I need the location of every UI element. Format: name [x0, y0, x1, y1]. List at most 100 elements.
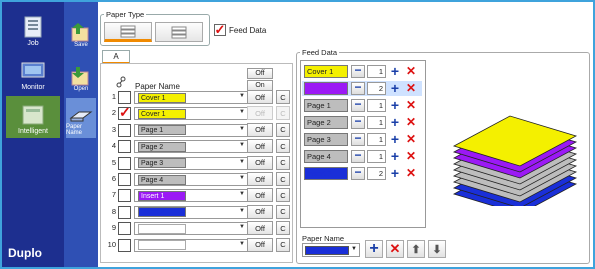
increment-button[interactable]: + [388, 64, 402, 78]
paper-name-select[interactable]: ▼ [302, 243, 360, 257]
close-icon: ✕ [389, 241, 401, 256]
row-checkbox[interactable] [118, 156, 131, 170]
decrement-button[interactable]: − [351, 81, 365, 95]
arrow-down-icon: ⬇ [432, 243, 442, 256]
paper-type-option-1[interactable] [104, 22, 152, 42]
increment-button[interactable]: + [388, 98, 402, 112]
add-feed-button[interactable]: + [365, 240, 383, 258]
increment-button[interactable]: + [388, 149, 402, 163]
paper-name-dropdown[interactable]: ▼ [134, 222, 248, 236]
off-button[interactable]: Off [247, 139, 273, 154]
paper-type-option-2[interactable] [155, 22, 203, 42]
c-button[interactable]: C [276, 139, 290, 154]
main-sidebar: Job Monitor Intelligent Duplo [2, 2, 64, 267]
delete-row-button[interactable]: ✕ [404, 167, 418, 180]
off-button[interactable]: Off [247, 155, 273, 170]
c-button[interactable]: C [276, 188, 290, 203]
increment-button[interactable]: + [388, 166, 402, 180]
decrement-button[interactable]: − [351, 166, 365, 180]
paper-name-dropdown[interactable]: Cover 1 ▼ [134, 107, 248, 121]
row-checkbox[interactable] [118, 91, 131, 104]
open-button[interactable]: Open [66, 54, 96, 94]
c-button[interactable]: C [276, 155, 290, 170]
off-button[interactable]: Off [247, 122, 273, 137]
row-checkbox[interactable] [118, 123, 131, 137]
feed-row[interactable]: Page 2−1 + ✕ [302, 115, 422, 130]
row-checkbox[interactable] [118, 222, 131, 236]
feed-row[interactable]: Page 4−1 + ✕ [302, 149, 422, 164]
off-button[interactable]: Off [247, 204, 273, 219]
paper-name-dropdown[interactable]: Page 4 ▼ [134, 173, 248, 186]
row-checkbox[interactable] [118, 140, 131, 154]
paper-name-picker-label: Paper Name [302, 234, 345, 243]
paper-name-dropdown[interactable]: Insert 2 ▼ [134, 205, 248, 219]
feed-count[interactable]: 2 [367, 167, 386, 180]
paper-name-dropdown[interactable]: ▼ [134, 238, 248, 252]
sidebar-item-job[interactable]: Job [6, 8, 60, 50]
move-up-button[interactable]: ⬆ [407, 240, 425, 258]
sidebar-item-intelligent[interactable]: Intelligent [6, 96, 60, 138]
c-button[interactable]: C [276, 221, 290, 236]
stack-type-1-icon [120, 25, 136, 38]
c-button[interactable]: C [276, 122, 290, 137]
paper-swatch: Page 1 [138, 125, 186, 136]
delete-row-button[interactable]: ✕ [404, 150, 418, 163]
feed-count[interactable]: 1 [367, 116, 386, 129]
delete-feed-button[interactable]: ✕ [386, 240, 404, 258]
delete-row-button[interactable]: ✕ [404, 65, 418, 78]
row-checkbox[interactable] [118, 189, 131, 203]
feed-data-toggle[interactable]: ✓ Feed Data [214, 23, 266, 36]
feed-count[interactable]: 2 [367, 82, 386, 95]
off-button[interactable]: Off [247, 188, 273, 203]
all-off-button[interactable]: Off [247, 68, 273, 79]
paper-name-dropdown[interactable]: Page 2 ▼ [134, 140, 248, 154]
decrement-button[interactable]: − [351, 132, 365, 146]
c-button[interactable]: C [276, 204, 290, 219]
feed-row[interactable]: Page 3−1 + ✕ [302, 132, 422, 147]
feed-row[interactable]: Insert 1−2 + ✕ [302, 81, 422, 96]
c-button[interactable]: C [276, 237, 290, 252]
paper-name-dropdown[interactable]: Page 3 ▼ [134, 156, 248, 170]
chevron-down-icon: ▼ [239, 142, 245, 149]
off-button[interactable]: Off [247, 90, 273, 104]
sidebar-item-monitor[interactable]: Monitor [6, 52, 60, 94]
delete-row-button[interactable]: ✕ [404, 133, 418, 146]
move-down-button[interactable]: ⬇ [428, 240, 446, 258]
off-button[interactable]: Off [247, 172, 273, 186]
row-checkbox[interactable] [118, 238, 131, 252]
delete-row-button[interactable]: ✕ [404, 116, 418, 129]
row-checkbox[interactable] [118, 173, 131, 186]
feed-count[interactable]: 1 [367, 99, 386, 112]
off-button[interactable]: Off [247, 221, 273, 236]
increment-button[interactable]: + [388, 115, 402, 129]
feed-count[interactable]: 1 [367, 150, 386, 163]
paper-name-dropdown[interactable]: Insert 1 ▼ [134, 189, 248, 203]
decrement-button[interactable]: − [351, 115, 365, 129]
off-button[interactable]: Off [247, 106, 273, 121]
decrement-button[interactable]: − [351, 64, 365, 78]
row-number: 8 [111, 206, 116, 216]
delete-row-button[interactable]: ✕ [404, 99, 418, 112]
paper-name-dropdown[interactable]: Page 1 ▼ [134, 123, 248, 137]
feed-data-checkbox[interactable]: ✓ [214, 23, 226, 36]
paper-name-dropdown[interactable]: Cover 1 ▼ [134, 91, 248, 104]
off-button[interactable]: Off [247, 237, 273, 252]
feed-row[interactable]: Page 1−1 + ✕ [302, 98, 422, 113]
save-button[interactable]: Save [66, 10, 96, 50]
c-button[interactable]: C [276, 172, 290, 186]
feed-count[interactable]: 1 [367, 133, 386, 146]
decrement-button[interactable]: − [351, 98, 365, 112]
row-checkbox[interactable] [118, 104, 131, 121]
delete-row-button[interactable]: ✕ [404, 82, 418, 95]
decrement-button[interactable]: − [351, 149, 365, 163]
feed-count[interactable]: 1 [367, 65, 386, 78]
c-button[interactable]: C [276, 90, 290, 104]
increment-button[interactable]: + [388, 81, 402, 95]
tab-a[interactable]: A [102, 50, 130, 64]
c-button[interactable]: C [276, 106, 290, 121]
increment-button[interactable]: + [388, 132, 402, 146]
feed-row[interactable]: Cover 1−1 + ✕ [302, 64, 422, 79]
row-checkbox[interactable] [118, 205, 131, 219]
paper-name-button[interactable]: Paper Name [66, 98, 96, 138]
feed-row[interactable]: Insert 2−2 + ✕ [302, 166, 422, 181]
